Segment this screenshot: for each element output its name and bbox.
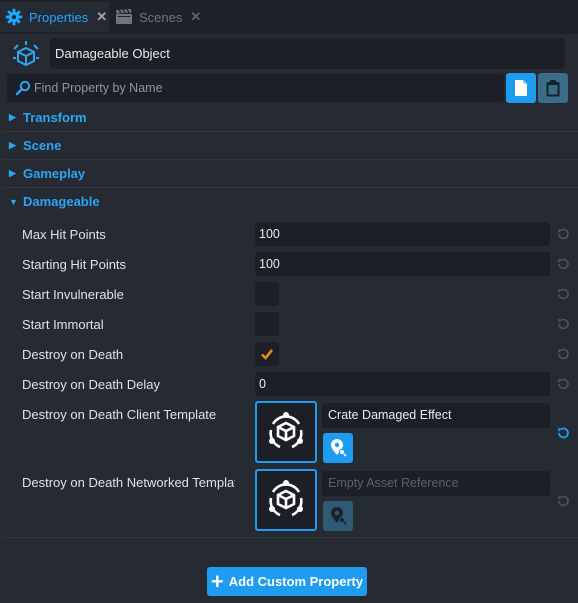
copy-properties-button[interactable] (506, 73, 536, 103)
destroy-delay-input[interactable]: 0 (255, 372, 550, 396)
section-label: Damageable (23, 194, 100, 209)
damageable-object-icon (10, 40, 42, 70)
checkmark-icon (261, 349, 274, 360)
max-hit-points-input[interactable]: 100 (255, 222, 550, 246)
start-invulnerable-checkbox[interactable] (255, 282, 279, 306)
locate-asset-icon (331, 507, 347, 525)
section-label: Scene (23, 138, 62, 153)
reset-icon[interactable] (556, 257, 570, 271)
section-gameplay[interactable]: ▶ Gameplay (0, 160, 578, 187)
close-icon[interactable]: ✕ (190, 9, 201, 25)
property-label: Destroy on Death Delay (22, 377, 161, 392)
plus-icon: + (210, 568, 224, 594)
client-template-name[interactable]: Crate Damaged Effect (322, 403, 550, 428)
chevron-down-icon: ▼ (9, 196, 18, 207)
template-icon (269, 412, 303, 449)
add-custom-property-button[interactable]: + Add Custom Property (207, 567, 367, 596)
client-template-thumbnail[interactable] (255, 401, 317, 463)
property-label: Destroy on Death Client Template (22, 407, 217, 422)
tab-properties[interactable]: Properties ✕ (0, 2, 109, 32)
object-name-field[interactable]: Damageable Object (50, 38, 565, 69)
section-damageable[interactable]: ▼ Damageable (0, 188, 578, 215)
property-label: Destroy on Death (22, 347, 124, 362)
locate-asset-icon (331, 439, 347, 457)
search-input[interactable]: Find Property by Name (34, 81, 163, 95)
tab-scenes[interactable]: Scenes ✕ (110, 2, 205, 32)
property-label: Start Invulnerable (22, 287, 124, 302)
networked-template-thumbnail[interactable] (255, 469, 317, 531)
chevron-right-icon: ▶ (9, 112, 16, 122)
close-icon[interactable]: ✕ (96, 9, 107, 25)
clapperboard-icon (114, 7, 134, 27)
networked-template-name[interactable]: Empty Asset Reference (322, 471, 550, 496)
divider (2, 537, 578, 538)
reset-icon[interactable] (556, 287, 570, 301)
reset-icon[interactable] (556, 347, 570, 361)
chevron-right-icon: ▶ (9, 168, 16, 178)
reset-icon[interactable] (556, 426, 570, 440)
reset-icon[interactable] (556, 377, 570, 391)
section-label: Transform (23, 110, 87, 125)
paste-properties-button[interactable] (538, 73, 568, 103)
chevron-right-icon: ▶ (9, 140, 16, 150)
start-immortal-checkbox[interactable] (255, 312, 279, 336)
search-icon (15, 80, 31, 96)
destroy-on-death-checkbox[interactable] (255, 342, 279, 366)
property-search[interactable]: Find Property by Name (7, 74, 504, 102)
reset-icon[interactable] (556, 494, 570, 508)
clipboard-icon (546, 80, 560, 97)
add-custom-property-label: Add Custom Property (228, 574, 364, 589)
section-transform[interactable]: ▶ Transform (0, 104, 578, 131)
property-label: Max Hit Points (22, 227, 106, 242)
tab-label: Properties (29, 9, 89, 25)
section-scene[interactable]: ▶ Scene (0, 132, 578, 159)
reset-icon[interactable] (556, 227, 570, 241)
pick-asset-button[interactable] (323, 501, 353, 531)
document-icon (515, 80, 527, 96)
starting-hit-points-input[interactable]: 100 (255, 252, 550, 276)
gear-icon (4, 7, 24, 27)
property-label: Start Immortal (22, 317, 104, 332)
property-label: Starting Hit Points (22, 257, 127, 272)
pick-asset-button[interactable] (323, 433, 353, 463)
reset-icon[interactable] (556, 317, 570, 331)
property-label: Destroy on Death Networked Templat (22, 475, 235, 490)
section-label: Gameplay (23, 166, 86, 181)
tab-label: Scenes (139, 9, 183, 25)
template-icon (269, 480, 303, 517)
